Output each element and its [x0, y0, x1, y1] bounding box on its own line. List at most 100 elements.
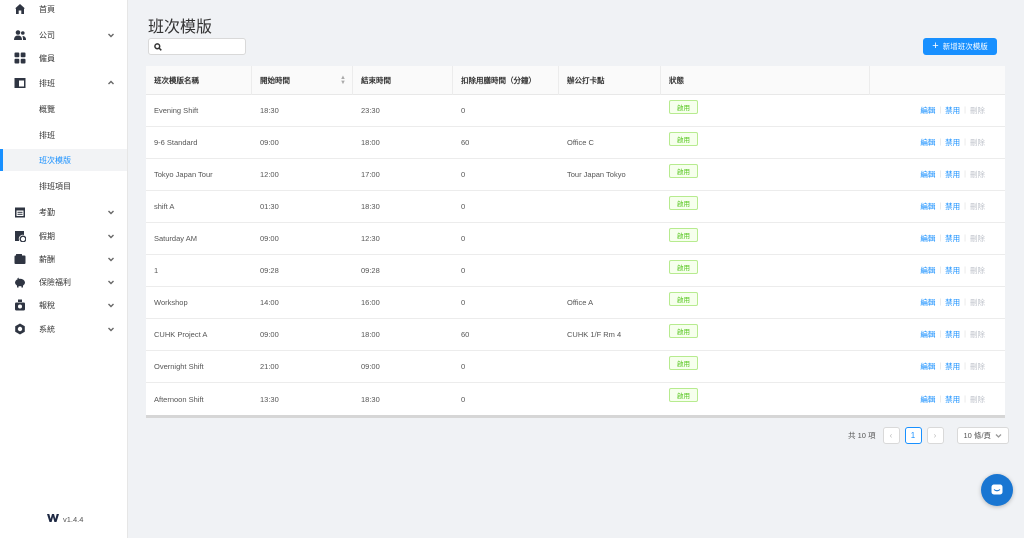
sidebar-item-system[interactable]: 系統 [0, 318, 127, 340]
column-header-name[interactable]: 班次模版名稱 [146, 65, 252, 95]
cell-start-time: 14:00 [260, 298, 279, 307]
disable-link[interactable]: 禁用 [945, 169, 960, 180]
table-row: Overnight Shift 21:00 09:00 0 啟用 編輯 | 禁用 | 刪除 [146, 351, 1005, 383]
sidebar-item-schedule[interactable]: 排班 [0, 72, 127, 94]
status-badge: 啟用 [669, 323, 698, 338]
sort-icon[interactable]: ▲ ▼ [340, 75, 346, 86]
edit-link[interactable]: 編輯 [920, 137, 935, 148]
sidebar-item-attendance[interactable]: 考勤 [0, 201, 127, 223]
edit-link[interactable]: 編輯 [920, 361, 935, 372]
sidebar-item-tax[interactable]: 報稅 [0, 294, 127, 316]
cell-status: 啟用 [661, 255, 870, 287]
leave-icon [14, 230, 26, 242]
delete-link[interactable]: 刪除 [970, 265, 985, 276]
sidebar-item-label: 系統 [39, 324, 55, 334]
disable-link[interactable]: 禁用 [945, 297, 960, 308]
sidebar-item-label: 報稅 [39, 300, 55, 310]
cell-end-time: 09:28 [361, 266, 380, 275]
cell-location [559, 95, 661, 127]
sidebar-item-payroll[interactable]: 薪酬 [0, 248, 127, 270]
disable-link[interactable]: 禁用 [945, 329, 960, 340]
delete-link[interactable]: 刪除 [970, 297, 985, 308]
action-separator: | [939, 171, 942, 178]
delete-link[interactable]: 刪除 [970, 233, 985, 244]
disable-link[interactable]: 禁用 [945, 233, 960, 244]
cell-start-time: 09:28 [260, 266, 279, 275]
edit-link[interactable]: 編輯 [920, 105, 935, 116]
edit-link[interactable]: 編輯 [920, 265, 935, 276]
edit-link[interactable]: 編輯 [920, 169, 935, 180]
cell-name: shift A [154, 202, 175, 211]
cell-meal-minutes: 0 [461, 362, 466, 371]
sidebar-subitem-overview[interactable]: 概覽 [0, 98, 127, 120]
page-number-button[interactable]: 1 [904, 427, 922, 444]
cell-meal-minutes: 0 [461, 234, 466, 243]
sidebar-item-leave[interactable]: 假期 [0, 225, 127, 247]
column-header-start[interactable]: 開始時間 ▲ ▼ [252, 65, 353, 95]
add-shift-template-button[interactable]: + 新增班次模版 [923, 38, 997, 55]
sidebar-item-label: 保險福利 [39, 277, 71, 287]
cell-location: CUHK 1/F Rm 4 [567, 330, 622, 339]
delete-link[interactable]: 刪除 [970, 329, 985, 340]
edit-link[interactable]: 編輯 [920, 329, 935, 340]
page-size-select[interactable]: 10 條/頁 [956, 427, 1009, 444]
status-badge: 啟用 [669, 291, 698, 306]
cell-actions: 編輯 | 禁用 | 刪除 [870, 383, 1005, 415]
edit-link[interactable]: 編輯 [920, 233, 935, 244]
search-input[interactable] [148, 38, 246, 55]
column-header-end[interactable]: 結束時間 [353, 65, 453, 95]
add-button-label: 新增班次模版 [942, 42, 988, 51]
table-row: Workshop 14:00 16:00 0 Office A 啟用 編輯 | 禁用 | 刪除 [146, 287, 1005, 319]
cell-name: 1 [154, 266, 159, 275]
edit-link[interactable]: 編輯 [920, 297, 935, 308]
sidebar-subitem-shift-templates[interactable]: 班次模版 [0, 149, 127, 171]
sidebar-item-label: 薪酬 [39, 254, 55, 264]
delete-link[interactable]: 刪除 [970, 361, 985, 372]
cell-name: Evening Shift [154, 106, 199, 115]
disable-link[interactable]: 禁用 [945, 394, 960, 405]
disable-link[interactable]: 禁用 [945, 137, 960, 148]
disable-link[interactable]: 禁用 [945, 105, 960, 116]
chat-launcher-button[interactable] [981, 474, 1013, 506]
chevron-down-icon [107, 278, 115, 286]
delete-link[interactable]: 刪除 [970, 201, 985, 212]
page-size-label: 10 條/頁 [963, 431, 992, 440]
edit-link[interactable]: 編輯 [920, 394, 935, 405]
cell-status: 啟用 [661, 191, 870, 223]
sidebar-item-employee[interactable]: 僱員 [0, 47, 127, 69]
status-badge: 啟用 [669, 388, 698, 402]
delete-link[interactable]: 刪除 [970, 394, 985, 405]
cell-name: 9-6 Standard [154, 138, 198, 147]
column-header-label: 開始時間 [260, 75, 290, 85]
next-page-button[interactable]: › [926, 427, 944, 444]
edit-link[interactable]: 編輯 [920, 201, 935, 212]
cell-start-time: 21:00 [260, 362, 279, 371]
disable-link[interactable]: 禁用 [945, 265, 960, 276]
sidebar-item-home[interactable]: 首頁 [0, 0, 127, 20]
table-row: 9-6 Standard 09:00 18:00 60 Office C 啟用 編輯 | 禁用 |… [146, 127, 1005, 159]
app-logo-icon [47, 514, 59, 524]
delete-link[interactable]: 刪除 [970, 137, 985, 148]
disable-link[interactable]: 禁用 [945, 361, 960, 372]
sidebar-subitem-schedule[interactable]: 排班 [0, 124, 127, 146]
status-badge: 啟用 [669, 163, 698, 178]
prev-page-button[interactable]: ‹ [882, 427, 900, 444]
action-separator: | [964, 235, 966, 242]
delete-link[interactable]: 刪除 [970, 105, 985, 116]
cell-end-time: 12:30 [361, 234, 380, 243]
cell-end-time: 18:30 [361, 202, 380, 211]
column-header-location[interactable]: 辦公打卡點 [559, 65, 661, 95]
sidebar-subitem-schedule-items[interactable]: 排班項目 [0, 175, 127, 197]
action-separator: | [964, 107, 966, 114]
cell-actions: 編輯 | 禁用 | 刪除 [870, 287, 1005, 319]
cell-start-time: 01:30 [260, 202, 279, 211]
sidebar-item-company[interactable]: 公司 [0, 24, 127, 46]
column-header-status[interactable]: 狀態 [661, 65, 870, 95]
column-header-meal[interactable]: 扣除用膳時間（分鐘） [453, 65, 559, 95]
disable-link[interactable]: 禁用 [945, 201, 960, 212]
chevron-down-icon [107, 208, 115, 216]
cell-name: Workshop [154, 298, 188, 307]
sidebar-item-insurance[interactable]: 保險福利 [0, 271, 127, 293]
delete-link[interactable]: 刪除 [970, 169, 985, 180]
sidebar-item-label: 首頁 [39, 4, 55, 14]
